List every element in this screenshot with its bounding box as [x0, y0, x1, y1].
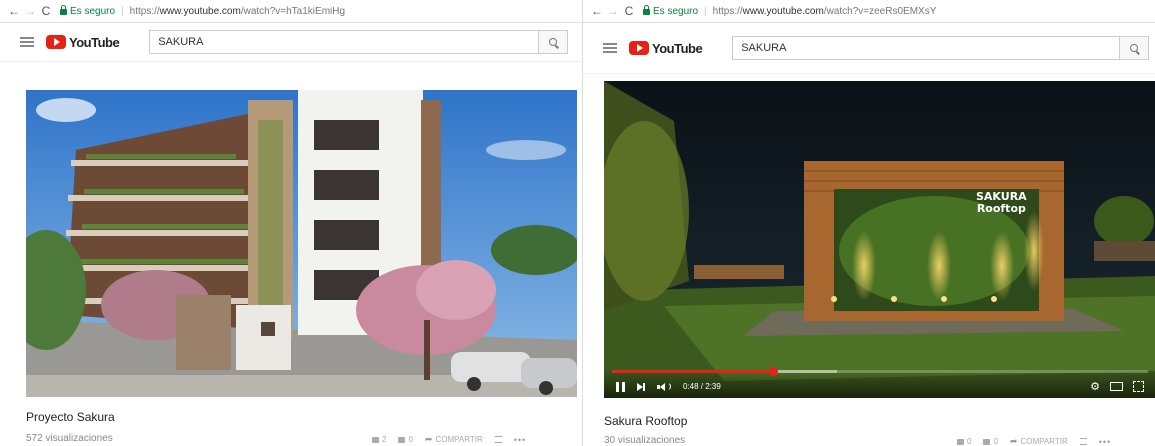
menu-icon[interactable] [20, 35, 34, 49]
video-actions: 0 0 ➦ COMPARTIR ••• [957, 436, 1111, 446]
progress-scrubber[interactable] [768, 367, 778, 376]
view-count: 30 visualizaciones [604, 435, 686, 446]
youtube-logo-text: YouTube [69, 34, 120, 50]
dislike-count: 0 [993, 437, 998, 446]
share-icon: ➦ [424, 434, 433, 444]
progress-bar[interactable] [612, 367, 1148, 376]
url-path: /watch?v=zeeRs0EMXsY [823, 5, 937, 17]
secure-label: Es seguro [653, 5, 699, 17]
url-host: www.youtube.com [742, 5, 824, 17]
lock-icon [60, 5, 67, 15]
next-icon[interactable] [637, 382, 645, 391]
volume-icon[interactable] [657, 382, 671, 391]
address-separator: | [121, 5, 124, 17]
fullscreen-icon[interactable] [1133, 381, 1144, 392]
add-to-playlist-icon [1079, 438, 1087, 445]
search-input[interactable] [732, 36, 1120, 60]
menu-icon[interactable] [603, 41, 617, 55]
url-path: /watch?v=hTa1kiEmiHg [240, 5, 346, 17]
search-box [732, 36, 1150, 60]
secure-label: Es seguro [70, 5, 116, 17]
share-icon: ➦ [1009, 436, 1018, 446]
video-overlay-signage: SAKURA Rooftop [976, 191, 1027, 215]
youtube-logo[interactable]: YouTube [46, 34, 120, 50]
share-label: COMPARTIR [435, 435, 483, 444]
like-button[interactable]: 0 [957, 437, 971, 446]
more-icon[interactable]: ••• [1099, 437, 1111, 446]
search-button[interactable] [1119, 36, 1150, 60]
like-icon [372, 436, 379, 443]
address-bar[interactable]: https://www.youtube.com/watch?v=hTa1kiEm… [130, 6, 345, 17]
dislike-icon [398, 436, 406, 443]
search-icon [1130, 44, 1139, 52]
share-label: COMPARTIR [1020, 437, 1068, 446]
like-count: 0 [967, 437, 972, 446]
forward-arrow-icon[interactable]: → [22, 4, 38, 18]
theater-mode-icon[interactable] [1110, 382, 1123, 391]
view-count: 572 visualizaciones [26, 433, 113, 444]
add-to-playlist-icon [494, 436, 502, 443]
back-arrow-icon[interactable]: ← [6, 4, 22, 18]
like-count: 2 [382, 435, 387, 444]
reload-icon[interactable]: C [621, 4, 637, 18]
dislike-button[interactable]: 0 [398, 435, 413, 444]
search-button[interactable] [538, 30, 569, 54]
youtube-header: YouTube [0, 23, 582, 62]
dislike-count: 0 [408, 435, 413, 444]
share-button[interactable]: ➦ COMPARTIR [425, 434, 483, 445]
address-separator: | [704, 5, 707, 17]
progress-played [612, 370, 773, 373]
lock-icon [643, 5, 650, 15]
player-controls: 0:48 / 2:39 ⚙ [604, 367, 1155, 398]
pause-icon[interactable] [616, 381, 625, 392]
dislike-button[interactable]: 0 [983, 437, 998, 446]
right-browser-window: ← → C Es seguro | https://www.youtube.co… [582, 0, 1155, 446]
more-icon[interactable]: ••• [514, 435, 526, 445]
youtube-header: YouTube [583, 23, 1155, 74]
browser-toolbar: ← → C Es seguro | https://www.youtube.co… [0, 0, 582, 23]
like-button[interactable]: 2 [372, 435, 386, 444]
reload-icon[interactable]: C [38, 4, 54, 18]
search-input[interactable] [149, 30, 539, 54]
url-scheme: https:// [129, 5, 160, 17]
search-box [149, 30, 569, 54]
youtube-logo-text: YouTube [652, 40, 703, 56]
video-actions: 2 0 ➦ COMPARTIR ••• [372, 434, 526, 445]
youtube-logo-icon [629, 41, 649, 55]
search-icon [549, 38, 558, 46]
youtube-logo-icon [46, 35, 66, 49]
youtube-logo[interactable]: YouTube [629, 40, 703, 56]
controls-row: 0:48 / 2:39 ⚙ [616, 380, 1144, 393]
video-frame-rooftop [604, 81, 1155, 398]
address-bar[interactable]: https://www.youtube.com/watch?v=zeeRs0EM… [713, 6, 937, 17]
url-host: www.youtube.com [159, 5, 241, 17]
overlay-line-2: Rooftop [976, 202, 1026, 215]
dislike-icon [983, 438, 991, 445]
time-display: 0:48 / 2:39 [683, 382, 721, 391]
settings-gear-icon[interactable]: ⚙ [1090, 380, 1100, 393]
left-browser-window: ← → C Es seguro | https://www.youtube.co… [0, 0, 582, 446]
add-to-playlist-button[interactable] [1079, 438, 1087, 445]
back-arrow-icon[interactable]: ← [589, 4, 605, 18]
url-scheme: https:// [712, 5, 743, 17]
share-button[interactable]: ➦ COMPARTIR [1010, 436, 1068, 446]
browser-toolbar: ← → C Es seguro | https://www.youtube.co… [583, 0, 1155, 23]
video-player[interactable]: SAKURA Rooftop 0:48 / 2:39 ⚙ [604, 81, 1155, 398]
add-to-playlist-button[interactable] [494, 436, 502, 443]
like-icon [957, 438, 964, 445]
video-frame-building [26, 90, 577, 397]
video-title: Sakura Rooftop [604, 414, 688, 428]
video-player[interactable] [26, 90, 577, 397]
forward-arrow-icon[interactable]: → [605, 4, 621, 18]
video-title: Proyecto Sakura [26, 410, 115, 424]
